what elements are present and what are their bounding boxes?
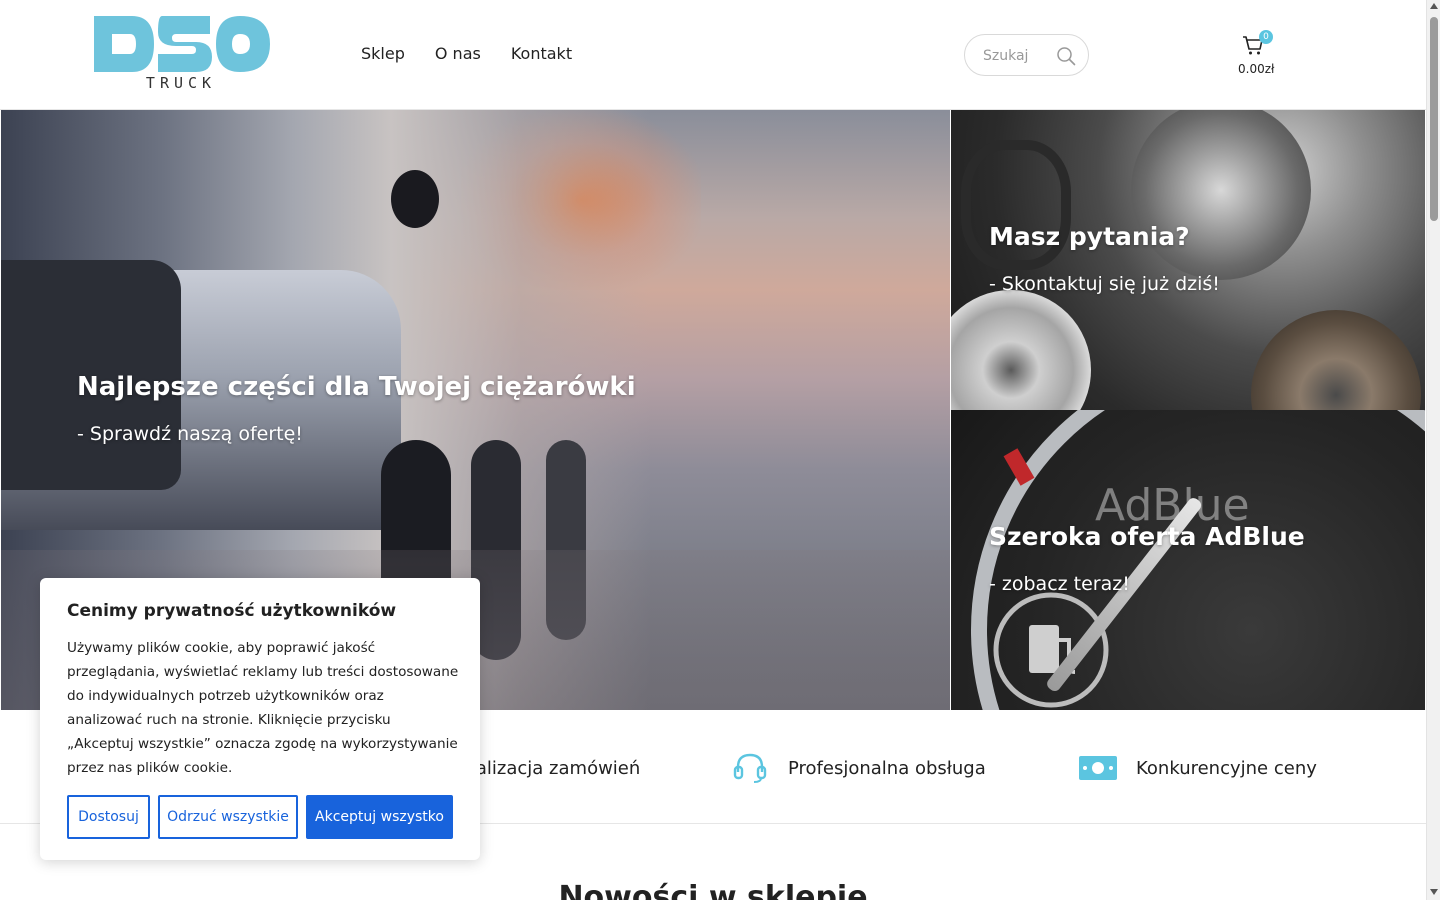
hero-parts-subtitle: - Skontaktuj się już dziś!: [989, 273, 1220, 295]
cookie-text: Używamy plików cookie, aby poprawić jako…: [67, 640, 459, 776]
cart-total: 0.00zł: [1238, 62, 1275, 76]
clutch-plate-image: [1251, 310, 1421, 410]
search-box: [964, 34, 1089, 76]
page-scrollbar[interactable]: [1426, 0, 1440, 900]
cart-widget[interactable]: 0 0.00zł: [1232, 30, 1276, 80]
reject-all-button[interactable]: Odrzuć wszystkie: [158, 795, 298, 839]
logo-text: TRUCK: [145, 74, 217, 92]
site-header: TRUCK Sklep O nas Kontakt 0 0.00zł: [0, 0, 1426, 110]
search-input[interactable]: [983, 46, 1043, 66]
scroll-down-arrow-icon[interactable]: [1430, 889, 1438, 895]
accept-all-button[interactable]: Akceptuj wszystko: [306, 795, 453, 839]
fuel-pump-icon: [993, 592, 1109, 708]
hero-adblue-title: Szeroka oferta AdBlue: [989, 522, 1305, 551]
nav-item-kontakt[interactable]: Kontakt: [511, 44, 572, 63]
hero-banner-adblue[interactable]: AdBlue Szeroka oferta AdBlue - zobacz te…: [951, 410, 1425, 710]
logo-graphic: [94, 16, 270, 72]
cart-count-badge: 0: [1259, 30, 1273, 44]
nav-item-sklep[interactable]: Sklep: [361, 44, 405, 63]
site-logo[interactable]: TRUCK: [92, 14, 270, 94]
brake-disc-image: [951, 290, 1091, 410]
truck-mirror-shape: [391, 170, 439, 228]
hero-main-title: Najlepsze części dla Twojej ciężarówki: [77, 372, 636, 402]
clutch-image: [1131, 110, 1311, 280]
hero-parts-title: Masz pytania?: [989, 222, 1190, 251]
search-icon[interactable]: [1056, 46, 1076, 66]
section-title-new-products: Nowości w sklepie: [558, 880, 868, 900]
cookie-title: Cenimy prywatność użytkowników: [67, 601, 397, 621]
money-icon: [1079, 756, 1117, 780]
feature-professional-service: Profesjonalna obsługa: [730, 752, 986, 784]
feature-label: Profesjonalna obsługa: [788, 757, 986, 779]
scroll-up-arrow-icon[interactable]: [1430, 3, 1438, 9]
nav-item-o-nas[interactable]: O nas: [435, 44, 481, 63]
customize-button[interactable]: Dostosuj: [67, 795, 150, 839]
cookie-consent-dialog: Cenimy prywatność użytkowników Używamy p…: [40, 578, 480, 860]
main-nav: Sklep O nas Kontakt: [361, 44, 572, 63]
hero-banner-parts[interactable]: Masz pytania? - Skontaktuj się już dziś!: [951, 110, 1425, 410]
headset-icon: [733, 753, 767, 783]
feature-competitive-prices: Konkurencyjne ceny: [1078, 752, 1317, 784]
scrollbar-thumb[interactable]: [1430, 17, 1438, 221]
hero-adblue-subtitle: - zobacz teraz!: [989, 573, 1130, 595]
hero-main-subtitle: - Sprawdź naszą ofertę!: [77, 423, 303, 445]
feature-label: Konkurencyjne ceny: [1136, 757, 1317, 779]
